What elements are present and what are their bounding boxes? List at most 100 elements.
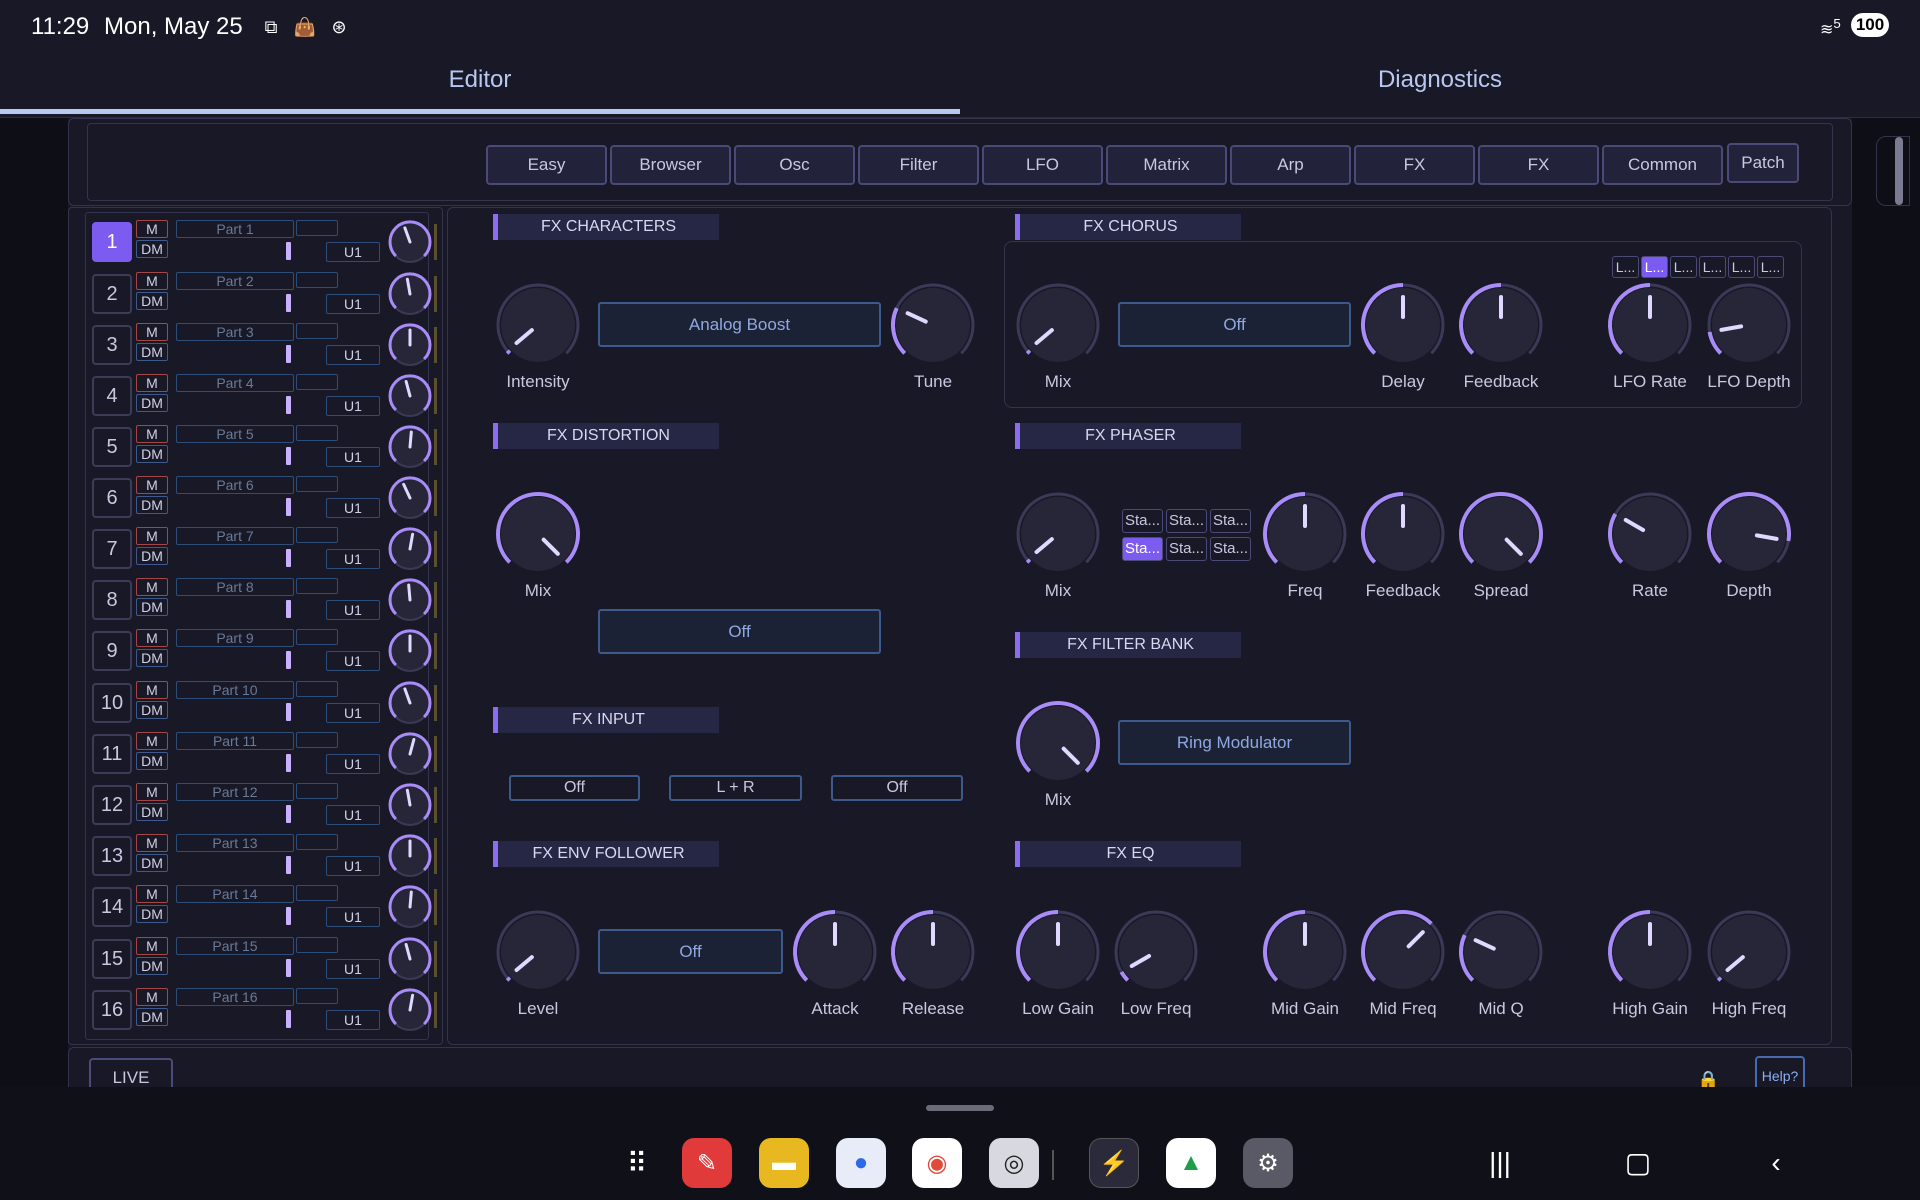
nav-filter-button[interactable]: Filter xyxy=(858,145,979,185)
env-attack-knob[interactable]: Attack xyxy=(790,907,880,1027)
chorus-feedback-knob[interactable]: Feedback xyxy=(1456,280,1546,400)
knob-dial[interactable] xyxy=(1358,907,1448,997)
knob-dial[interactable] xyxy=(1605,280,1695,370)
chorus-lfo-button[interactable]: L... xyxy=(1699,256,1726,278)
part-number-button[interactable]: 14 xyxy=(92,887,132,927)
part-aux-field[interactable] xyxy=(296,988,338,1004)
part-unit-selector[interactable]: U1 xyxy=(326,242,380,262)
part-aux-field[interactable] xyxy=(296,783,338,799)
phaser-stage-button[interactable]: Sta... xyxy=(1210,537,1251,561)
part-unit-selector[interactable]: U1 xyxy=(326,1010,380,1030)
phaser-stage-button[interactable]: Sta... xyxy=(1122,509,1163,533)
app-grid-icon[interactable]: ⠿ xyxy=(612,1138,662,1188)
part-aux-field[interactable] xyxy=(296,578,338,594)
phaser-mix-knob[interactable]: Mix xyxy=(1013,489,1103,609)
input-mode-selector[interactable]: L + R xyxy=(669,775,802,801)
side-scroll-handle[interactable] xyxy=(1876,136,1910,206)
part-volume-knob[interactable] xyxy=(386,321,434,369)
part-dm-button[interactable]: DM xyxy=(136,1008,168,1026)
part-mute-button[interactable]: M xyxy=(136,937,168,955)
eq-high-freq-knob[interactable]: High Freq xyxy=(1704,907,1794,1027)
part-unit-selector[interactable]: U1 xyxy=(326,549,380,569)
part-name-field[interactable]: Part 14 xyxy=(176,885,294,903)
part-aux-field[interactable] xyxy=(296,374,338,390)
part-volume-knob[interactable] xyxy=(386,883,434,931)
part-number-button[interactable]: 1 xyxy=(92,222,132,262)
part-aux-field[interactable] xyxy=(296,681,338,697)
part-unit-selector[interactable]: U1 xyxy=(326,805,380,825)
input-left-selector[interactable]: Off xyxy=(509,775,640,801)
knob-dial[interactable] xyxy=(888,907,978,997)
lock-icon[interactable]: 🔒 xyxy=(1697,1070,1719,1087)
part-mute-button[interactable]: M xyxy=(136,272,168,290)
chorus-lfo-button[interactable]: L... xyxy=(1757,256,1784,278)
part-number-button[interactable]: 12 xyxy=(92,785,132,825)
part-number-button[interactable]: 8 xyxy=(92,580,132,620)
part-unit-selector[interactable]: U1 xyxy=(326,959,380,979)
part-dm-button[interactable]: DM xyxy=(136,240,168,258)
part-volume-knob[interactable] xyxy=(386,576,434,624)
part-name-field[interactable]: Part 10 xyxy=(176,681,294,699)
part-aux-field[interactable] xyxy=(296,323,338,339)
recents-icon[interactable]: ||| xyxy=(1480,1143,1520,1183)
nav-common-button[interactable]: Common xyxy=(1602,145,1723,185)
part-aux-field[interactable] xyxy=(296,834,338,850)
part-name-field[interactable]: Part 16 xyxy=(176,988,294,1006)
eq-high-gain-knob[interactable]: High Gain xyxy=(1605,907,1695,1027)
nav-lfo-button[interactable]: LFO xyxy=(982,145,1103,185)
phaser-feedback-knob[interactable]: Feedback xyxy=(1358,489,1448,609)
phaser-stage-button[interactable]: Sta... xyxy=(1122,537,1163,561)
part-number-button[interactable]: 9 xyxy=(92,631,132,671)
help-button[interactable]: Help? xyxy=(1755,1056,1805,1087)
part-mute-button[interactable]: M xyxy=(136,527,168,545)
part-unit-selector[interactable]: U1 xyxy=(326,294,380,314)
distortion-type-selector[interactable]: Off xyxy=(598,609,881,654)
knob-dial[interactable] xyxy=(1605,907,1695,997)
part-unit-selector[interactable]: U1 xyxy=(326,754,380,774)
input-right-selector[interactable]: Off xyxy=(831,775,963,801)
knob-dial[interactable] xyxy=(1605,489,1695,579)
nav-arp-button[interactable]: Arp xyxy=(1230,145,1351,185)
part-volume-knob[interactable] xyxy=(386,423,434,471)
part-volume-knob[interactable] xyxy=(386,474,434,522)
chorus-mode-selector[interactable]: Off xyxy=(1118,302,1351,347)
part-dm-button[interactable]: DM xyxy=(136,394,168,412)
chorus-mix-knob[interactable]: Mix xyxy=(1013,280,1103,400)
part-name-field[interactable]: Part 8 xyxy=(176,578,294,596)
messages-app-icon[interactable]: ● xyxy=(836,1138,886,1188)
part-number-button[interactable]: 7 xyxy=(92,529,132,569)
chorus-lfo-button[interactable]: L... xyxy=(1641,256,1668,278)
part-volume-knob[interactable] xyxy=(386,525,434,573)
settings-app-icon[interactable]: ⚙ xyxy=(1243,1138,1293,1188)
knob-dial[interactable] xyxy=(1013,907,1103,997)
part-mute-button[interactable]: M xyxy=(136,732,168,750)
nav-matrix-button[interactable]: Matrix xyxy=(1106,145,1227,185)
part-volume-knob[interactable] xyxy=(386,270,434,318)
knob-dial[interactable] xyxy=(1456,280,1546,370)
part-number-button[interactable]: 4 xyxy=(92,376,132,416)
knob-dial[interactable] xyxy=(1358,280,1448,370)
chorus-delay-knob[interactable]: Delay xyxy=(1358,280,1448,400)
part-mute-button[interactable]: M xyxy=(136,885,168,903)
part-aux-field[interactable] xyxy=(296,272,338,288)
part-name-field[interactable]: Part 13 xyxy=(176,834,294,852)
part-unit-selector[interactable]: U1 xyxy=(326,600,380,620)
part-volume-knob[interactable] xyxy=(386,627,434,675)
knob-dial[interactable] xyxy=(493,280,583,370)
part-unit-selector[interactable]: U1 xyxy=(326,396,380,416)
part-aux-field[interactable] xyxy=(296,527,338,543)
part-mute-button[interactable]: M xyxy=(136,783,168,801)
part-unit-selector[interactable]: U1 xyxy=(326,447,380,467)
eq-mid-freq-knob[interactable]: Mid Freq xyxy=(1358,907,1448,1027)
part-volume-knob[interactable] xyxy=(386,218,434,266)
nav-fx1-button[interactable]: FX xyxy=(1354,145,1475,185)
part-dm-button[interactable]: DM xyxy=(136,957,168,975)
phaser-rate-knob[interactable]: Rate xyxy=(1605,489,1695,609)
home-icon[interactable]: ▢ xyxy=(1618,1143,1658,1183)
files-app-icon[interactable]: ▬ xyxy=(759,1138,809,1188)
part-aux-field[interactable] xyxy=(296,885,338,901)
part-volume-knob[interactable] xyxy=(386,986,434,1034)
part-mute-button[interactable]: M xyxy=(136,425,168,443)
part-name-field[interactable]: Part 4 xyxy=(176,374,294,392)
knob-dial[interactable] xyxy=(493,489,583,579)
